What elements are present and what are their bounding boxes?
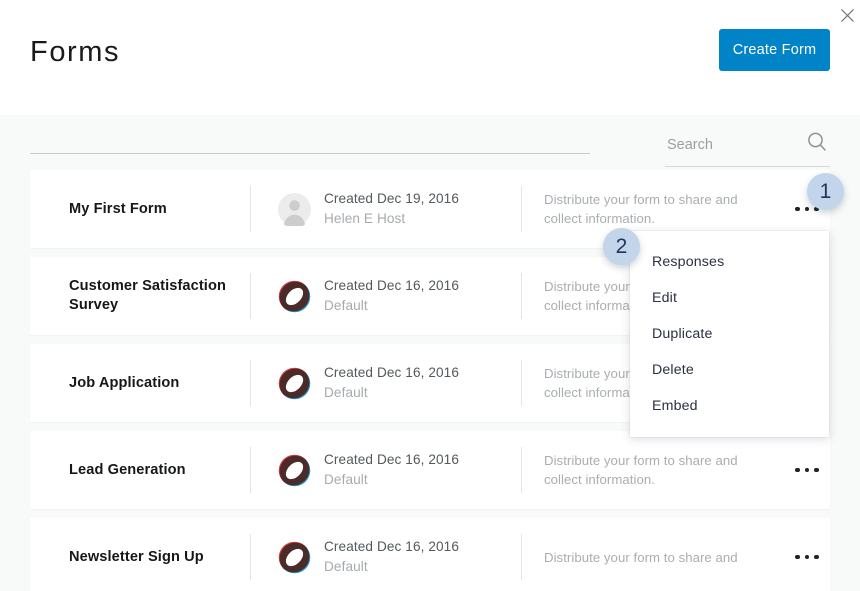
created-date: Created Dec 16, 2016: [324, 364, 460, 380]
menu-item-embed[interactable]: Embed: [630, 388, 829, 424]
column-divider: [250, 273, 251, 319]
search-icon[interactable]: [805, 130, 829, 154]
owner-name: Default: [324, 472, 368, 487]
form-name: My First Form: [69, 200, 167, 217]
menu-item-responses[interactable]: Responses: [630, 244, 829, 280]
column-divider: [250, 447, 251, 493]
form-meta-cell: Created Dec 19, 2016 Helen E Host: [278, 170, 459, 248]
column-divider: [521, 273, 522, 319]
form-meta-text: Created Dec 16, 2016 Default: [324, 277, 459, 315]
created-date: Created Dec 16, 2016: [324, 538, 460, 554]
column-divider: [250, 534, 251, 580]
column-divider: [250, 186, 251, 232]
form-meta-text: Created Dec 16, 2016 Default: [324, 364, 459, 402]
brand-logo-icon: [278, 280, 311, 313]
close-icon[interactable]: [839, 7, 856, 24]
owner-name: Default: [324, 559, 368, 574]
created-date: Created Dec 16, 2016: [324, 277, 460, 293]
form-name-cell: Newsletter Sign Up: [69, 518, 264, 591]
form-meta-cell: Created Dec 16, 2016 Default: [278, 257, 459, 335]
column-divider: [521, 534, 522, 580]
table-row[interactable]: Lead Generation Created Dec 16, 2016 Def…: [30, 431, 830, 509]
form-name-cell: My First Form: [69, 170, 264, 248]
form-meta-text: Created Dec 16, 2016 Default: [324, 451, 459, 489]
form-meta-cell: Created Dec 16, 2016 Default: [278, 518, 459, 591]
step-badge-2: 2: [603, 228, 640, 265]
brand-logo-icon: [278, 454, 311, 487]
brand-logo-icon: [278, 541, 311, 574]
form-description-cell: Distribute your form to share and collec…: [544, 431, 774, 509]
avatar-placeholder-icon: [278, 192, 311, 228]
form-meta-text: Created Dec 19, 2016 Helen E Host: [324, 190, 459, 228]
form-name: Customer Satisfaction Survey: [69, 278, 226, 313]
search-input[interactable]: [665, 132, 794, 158]
page-title: Forms: [30, 36, 121, 68]
column-divider: [521, 360, 522, 406]
form-name-cell: Lead Generation: [69, 431, 264, 509]
menu-item-duplicate[interactable]: Duplicate: [630, 316, 829, 352]
owner-name: Default: [324, 385, 368, 400]
column-divider: [250, 360, 251, 406]
form-meta-cell: Created Dec 16, 2016 Default: [278, 431, 459, 509]
form-name-cell: Customer Satisfaction Survey: [69, 257, 264, 335]
search-field[interactable]: [665, 128, 830, 167]
created-date: Created Dec 16, 2016: [324, 451, 460, 467]
column-divider: [521, 447, 522, 493]
form-description-cell: Distribute your form to share and: [544, 518, 774, 591]
owner-name: Helen E Host: [324, 211, 406, 226]
form-description: Distribute your form to share and collec…: [544, 453, 738, 487]
list-toolbar: [0, 115, 860, 170]
forms-page: Forms Create Form My First Form: [0, 0, 860, 591]
table-row[interactable]: Newsletter Sign Up Created Dec 16, 2016 …: [30, 518, 830, 591]
step-badge-1: 1: [807, 173, 844, 210]
create-form-button[interactable]: Create Form: [719, 29, 830, 71]
column-divider: [521, 186, 522, 232]
kebab-menu-icon[interactable]: [790, 460, 824, 480]
page-header: Forms Create Form: [0, 0, 860, 115]
row-context-menu: Responses Edit Duplicate Delete Embed: [630, 231, 829, 437]
form-name: Job Application: [69, 374, 180, 391]
menu-item-edit[interactable]: Edit: [630, 280, 829, 316]
form-description: Distribute your form to share and collec…: [544, 192, 738, 226]
form-meta-text: Created Dec 16, 2016 Default: [324, 538, 459, 576]
menu-item-delete[interactable]: Delete: [630, 352, 829, 388]
brand-logo-icon: [278, 367, 311, 400]
form-description: Distribute your form to share and: [544, 549, 738, 565]
form-name-cell: Job Application: [69, 344, 264, 422]
created-date: Created Dec 19, 2016: [324, 190, 460, 206]
kebab-menu-icon[interactable]: [790, 547, 824, 567]
form-name: Lead Generation: [69, 461, 186, 478]
form-meta-cell: Created Dec 16, 2016 Default: [278, 344, 459, 422]
toolbar-divider: [30, 153, 590, 154]
owner-name: Default: [324, 298, 368, 313]
form-name: Newsletter Sign Up: [69, 548, 204, 565]
